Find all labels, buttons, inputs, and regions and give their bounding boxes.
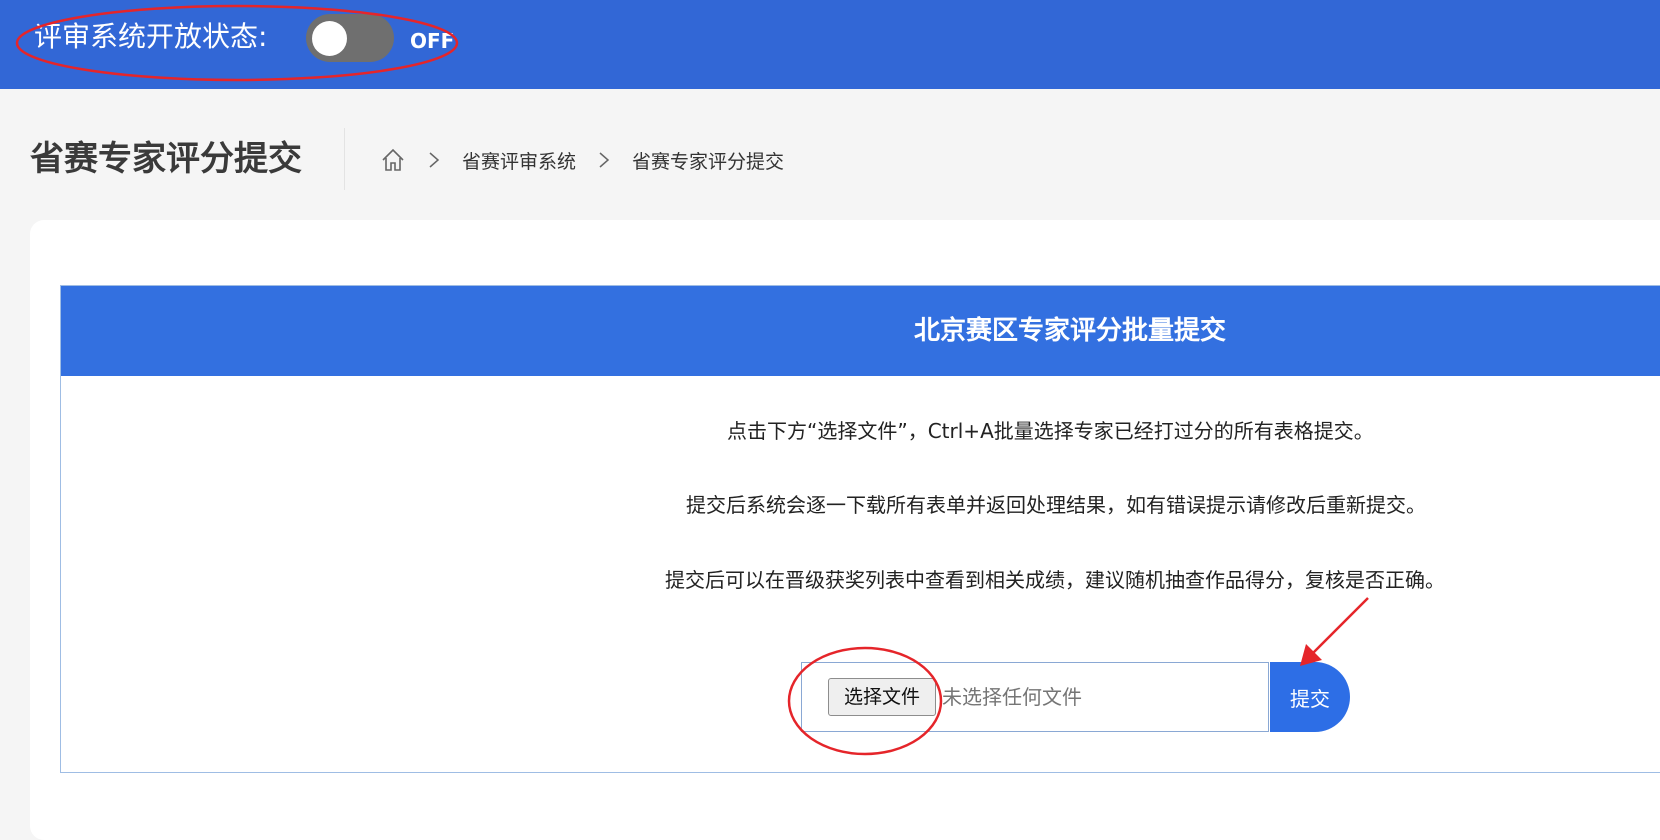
choose-file-button[interactable]: 选择文件 (828, 678, 936, 716)
toggle-knob (312, 21, 347, 56)
review-status-toggle[interactable] (306, 14, 394, 62)
breadcrumb: 省赛评审系统 省赛专家评分提交 (380, 145, 784, 175)
panel-title: 北京赛区专家评分批量提交 (914, 316, 1227, 346)
chevron-right-icon (428, 151, 440, 169)
panel-header: 北京赛区专家评分批量提交 (61, 286, 1660, 376)
top-bar: 评审系统开放状态: OFF (0, 0, 1660, 89)
title-divider (344, 128, 345, 190)
file-input[interactable]: 选择文件 未选择任何文件 (801, 662, 1269, 732)
home-icon[interactable] (380, 147, 406, 173)
review-status-label: 评审系统开放状态: (34, 20, 268, 53)
instruction-line-3: 提交后可以在晋级获奖列表中查看到相关成绩，建议随机抽查作品得分，复核是否正确。 (665, 568, 1445, 592)
toggle-state-text: OFF (410, 29, 455, 53)
breadcrumb-item-current[interactable]: 省赛专家评分提交 (632, 147, 784, 174)
chevron-right-icon (598, 151, 610, 169)
submit-button[interactable]: 提交 (1270, 662, 1350, 732)
instruction-line-2: 提交后系统会逐一下载所有表单并返回处理结果，如有错误提示请修改后重新提交。 (686, 493, 1426, 517)
page-title: 省赛专家评分提交 (30, 139, 302, 179)
file-status-text: 未选择任何文件 (942, 685, 1082, 709)
breadcrumb-item-review-system[interactable]: 省赛评审系统 (462, 147, 576, 174)
instruction-line-1: 点击下方“选择文件”，Ctrl+A批量选择专家已经打过分的所有表格提交。 (727, 419, 1374, 443)
